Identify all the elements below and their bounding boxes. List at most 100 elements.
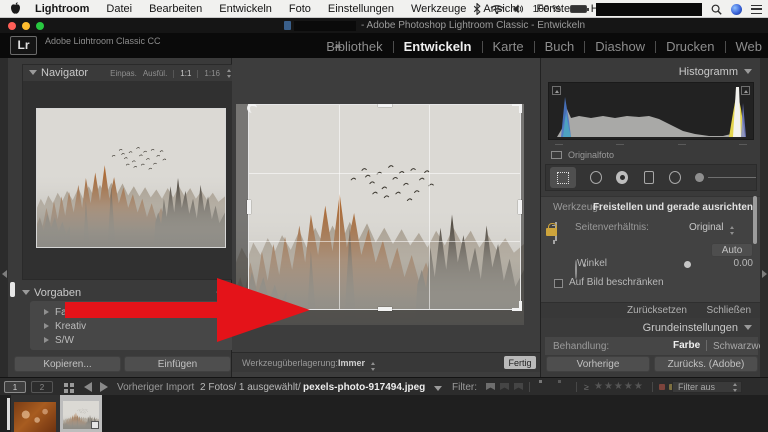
expand-icon[interactable] (44, 309, 49, 315)
tool-overlay-value[interactable]: Immer (338, 358, 365, 368)
constrain-checkbox[interactable] (554, 279, 563, 288)
previous-button[interactable]: Vorherige (546, 356, 650, 372)
reset-crop-button[interactable]: Zurücksetzen (627, 305, 687, 316)
crop-handle-top-right[interactable] (512, 104, 522, 113)
main-window-button[interactable]: 1 (4, 381, 26, 393)
collapse-left-arrow[interactable] (2, 270, 7, 278)
navigator-preview-image[interactable] (36, 108, 226, 248)
thumbnail-photo-1[interactable] (14, 402, 56, 432)
crop-handle-bottom-right[interactable] (512, 301, 522, 311)
close-window-button[interactable] (8, 22, 16, 30)
zoom-window-button[interactable] (36, 22, 44, 30)
zoom-fill-option[interactable]: Ausfül. (143, 69, 167, 78)
copy-settings-button[interactable]: Kopieren... (14, 356, 121, 372)
selected-filename[interactable]: pexels-photo-917494.jpeg (303, 382, 425, 393)
zoom-fit-option[interactable]: Einpas. (110, 69, 137, 78)
apple-menu-icon[interactable] (10, 2, 21, 15)
aspect-value[interactable]: Original (689, 222, 723, 233)
source-breadcrumb[interactable]: Vorheriger Import (117, 382, 194, 393)
stars-min-operator[interactable]: ≥ (584, 382, 589, 392)
notification-center-icon[interactable] (751, 5, 762, 14)
siri-icon[interactable] (731, 4, 742, 15)
menu-lightroom[interactable]: Lightroom (35, 3, 89, 15)
auto-straighten-button[interactable]: Auto (711, 243, 753, 257)
menu-entwickeln[interactable]: Entwickeln (219, 3, 272, 15)
bluetooth-icon[interactable] (473, 3, 481, 15)
star-rating-filter[interactable]: ★★★★★ (594, 381, 644, 392)
zoom-ratio-option[interactable]: 1:16 (204, 69, 220, 78)
menu-einstellungen[interactable]: Einstellungen (328, 3, 394, 15)
tab-web[interactable]: Web (715, 39, 763, 54)
filename-dropdown-icon[interactable] (434, 386, 442, 391)
crop-handle-right[interactable] (518, 200, 522, 214)
flag-unflagged-icon[interactable] (500, 383, 509, 390)
reset-adobe-button[interactable]: Zurücks. (Adobe) (654, 356, 758, 372)
basic-panel-header[interactable]: Grundeinstellungen (541, 320, 760, 336)
crop-grid-line (339, 105, 340, 309)
crop-handle-left[interactable] (247, 200, 251, 214)
tab-entwickeln[interactable]: Entwickeln (383, 39, 472, 54)
brush-size-slider[interactable] (708, 177, 756, 178)
tab-buch[interactable]: Buch (524, 39, 575, 54)
expand-icon[interactable] (44, 323, 49, 329)
graduated-filter-tool-icon[interactable] (644, 171, 653, 184)
vorgaben-collapse-icon[interactable] (22, 290, 30, 295)
filmstrip-cell-selected[interactable] (60, 395, 102, 432)
menu-bearbeiten[interactable]: Bearbeiten (149, 3, 202, 15)
menu-foto[interactable]: Foto (289, 3, 311, 15)
spot-removal-tool-icon[interactable] (590, 171, 602, 184)
menu-datei[interactable]: Datei (106, 3, 132, 15)
search-icon[interactable] (711, 4, 722, 15)
zoom-1to1-option[interactable]: 1:1 (180, 69, 191, 78)
treatment-color-option[interactable]: Farbe (673, 340, 700, 351)
tab-drucken[interactable]: Drucken (645, 39, 714, 54)
previous-photo-icon[interactable] (84, 382, 92, 392)
collapse-right-arrow[interactable] (762, 270, 767, 278)
original-photo-row[interactable]: Originalfoto (551, 150, 614, 160)
adjustment-brush-tool-icon[interactable] (695, 173, 703, 182)
highlight-clipping-indicator[interactable] (741, 86, 750, 95)
minimize-window-button[interactable] (22, 22, 30, 30)
color-label-red[interactable] (659, 384, 665, 390)
shadow-clipping-indicator[interactable] (552, 86, 561, 95)
left-panel-collapse-strip[interactable] (0, 58, 8, 377)
grid-view-icon[interactable] (64, 383, 68, 387)
histogram-collapse-icon[interactable] (744, 69, 752, 74)
red-eye-tool-icon[interactable] (616, 171, 628, 184)
tab-bibliothek[interactable]: Bibliothek (326, 39, 382, 54)
filmstrip-cell[interactable] (11, 395, 60, 432)
paste-settings-button[interactable]: Einfügen (124, 356, 231, 372)
filmstrip-scroll-indicator[interactable] (7, 398, 10, 430)
radial-filter-tool-icon[interactable] (669, 171, 681, 184)
histogram-canvas[interactable] (548, 82, 754, 140)
done-button[interactable]: Fertig (504, 356, 536, 369)
next-photo-icon[interactable] (100, 382, 108, 392)
wifi-icon[interactable] (490, 4, 504, 14)
basic-collapse-icon[interactable] (744, 325, 752, 330)
flag-reject-icon[interactable] (514, 383, 523, 390)
volume-icon[interactable] (513, 4, 524, 14)
filter-preset-dropdown[interactable]: Filter aus (672, 381, 742, 393)
tab-karte[interactable]: Karte (472, 39, 524, 54)
histogram-header[interactable]: Histogramm (541, 64, 760, 80)
close-crop-button[interactable]: Schließen (707, 305, 751, 316)
menu-werkzeuge[interactable]: Werkzeuge (411, 3, 466, 15)
right-panel-collapse-strip[interactable] (760, 58, 768, 377)
aspect-dropdown-icon[interactable] (729, 226, 736, 235)
aspect-lock-icon[interactable] (546, 228, 557, 236)
crop-handle-top[interactable] (378, 104, 392, 107)
crop-handle-bottom[interactable] (378, 307, 392, 311)
flag-pick-icon[interactable] (486, 383, 495, 390)
expand-icon[interactable] (44, 337, 49, 343)
crop-handle-top-left[interactable] (247, 104, 257, 113)
angle-value[interactable]: 0.00 (734, 258, 753, 269)
crop-badge-icon[interactable] (91, 421, 99, 429)
second-window-button[interactable]: 2 (31, 381, 53, 393)
angle-slider-thumb[interactable] (684, 261, 691, 268)
navigator-header[interactable]: Navigator Einpas. Ausfül. 1:1 1:16 (23, 65, 238, 81)
crop-tool-button[interactable] (550, 167, 576, 188)
tool-overlay-dropdown-icon[interactable] (370, 362, 377, 371)
right-scrollbar-thumb[interactable] (753, 196, 757, 244)
navigator-collapse-icon[interactable] (29, 70, 37, 75)
tab-diashow[interactable]: Diashow (574, 39, 645, 54)
